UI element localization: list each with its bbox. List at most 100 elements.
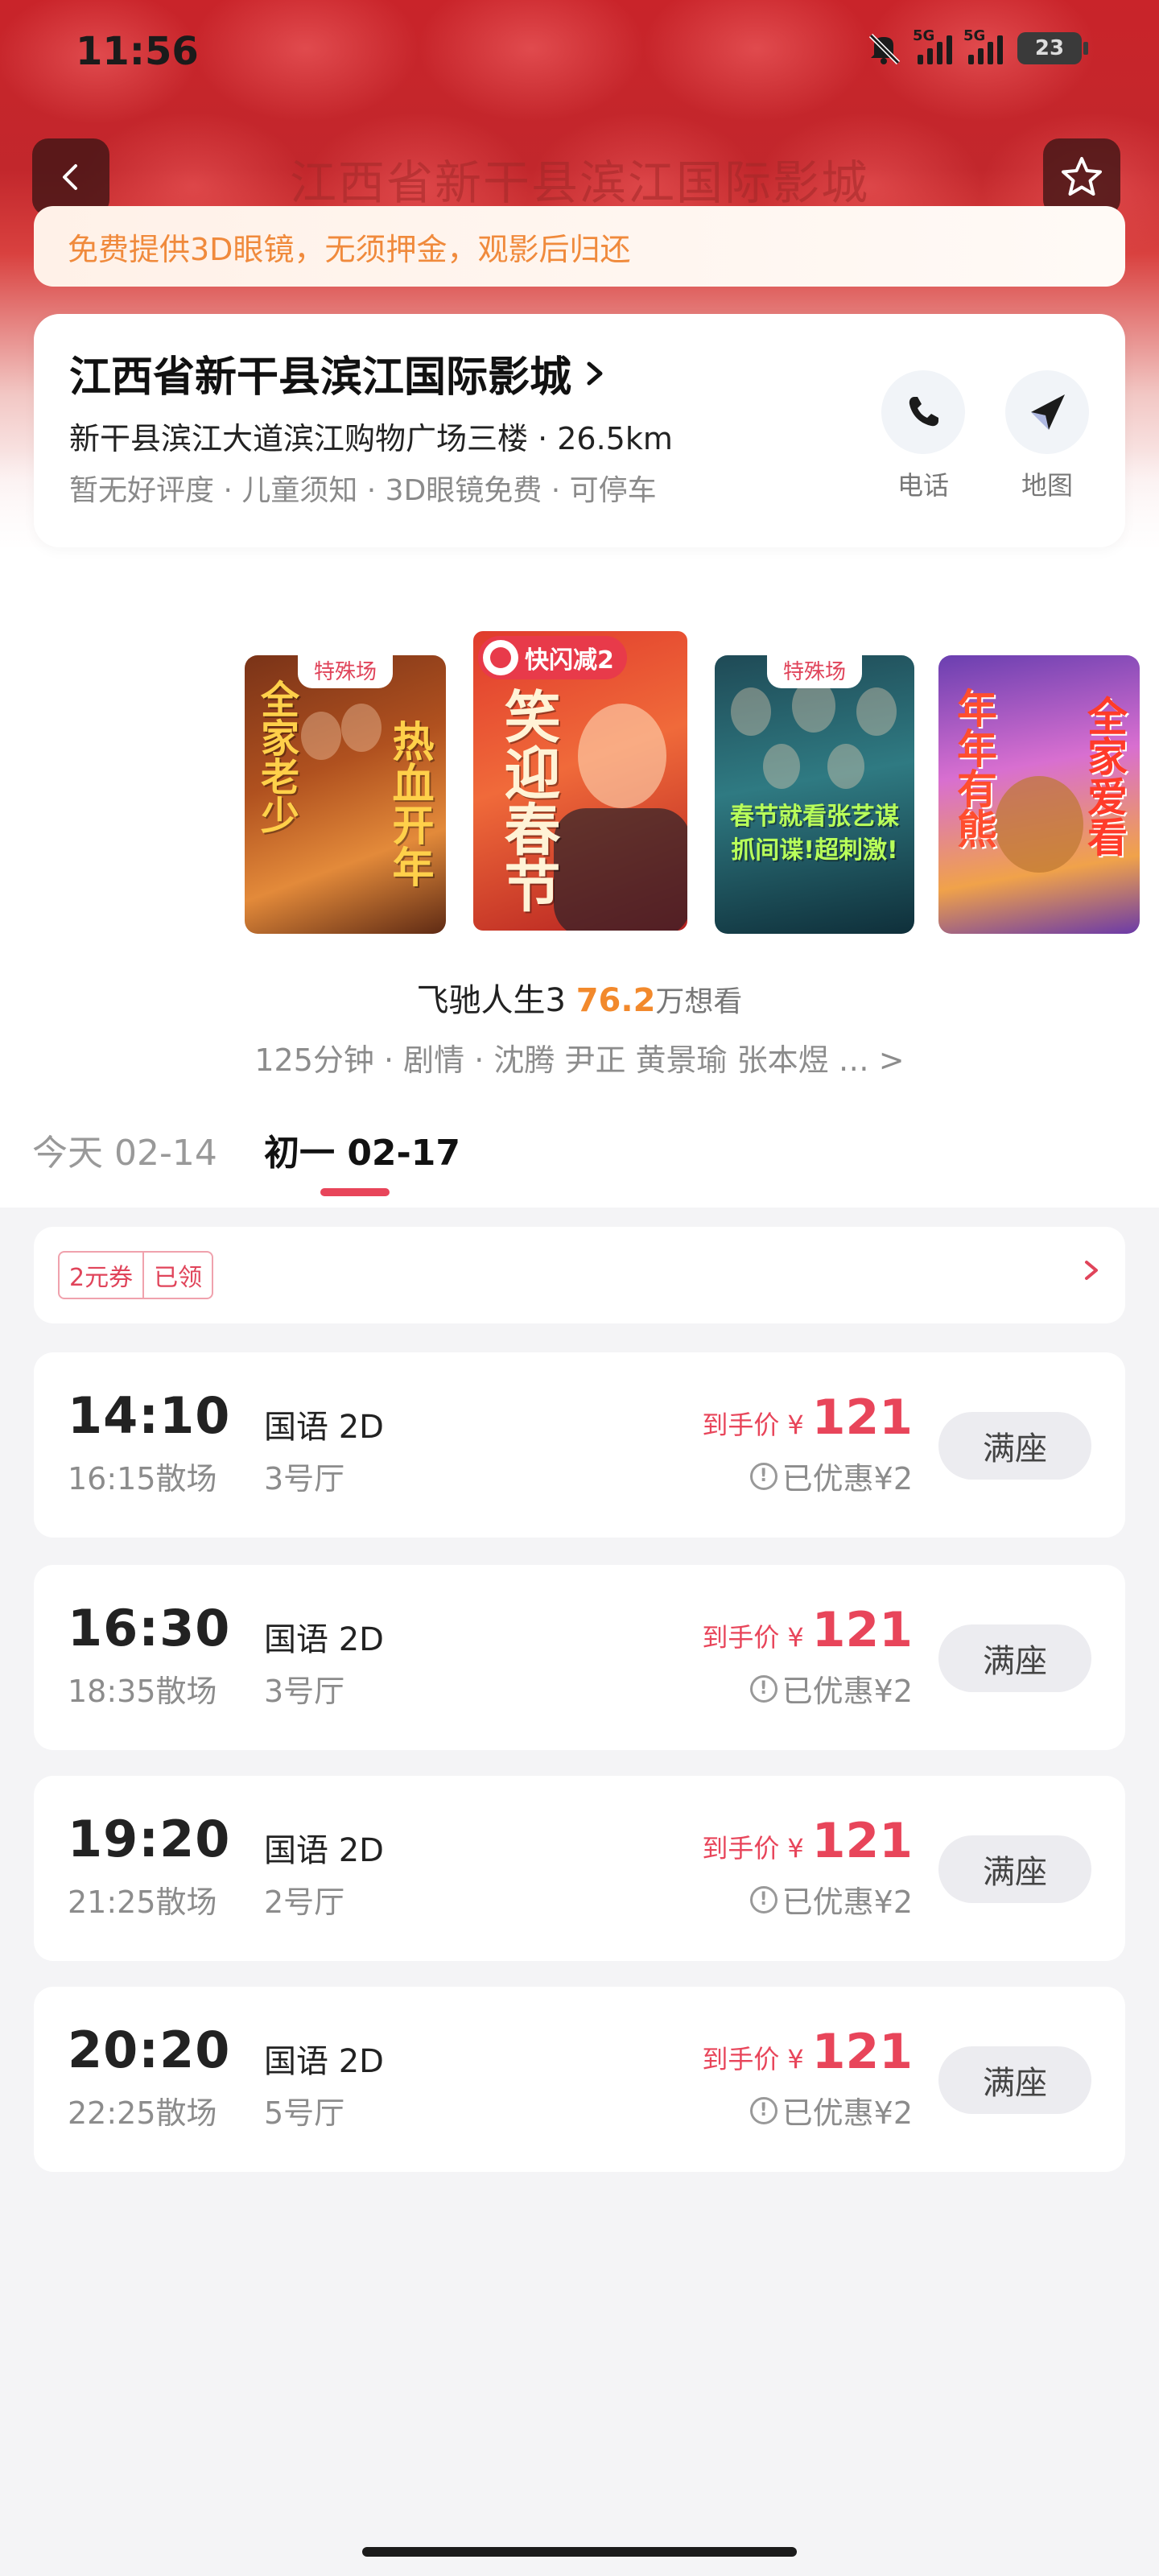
discount-text: 已优惠¥2 <box>782 1885 913 1920</box>
discount-text: 已优惠¥2 <box>782 1674 913 1709</box>
signal-icon: 5G <box>913 27 952 64</box>
full-button[interactable]: 满座 <box>938 1624 1091 1692</box>
navigation-icon <box>1031 394 1065 430</box>
special-badge: 特殊场 <box>766 655 863 688</box>
glasses-notice: 免费提供3D眼镜，无须押金，观影后归还 <box>34 206 1125 287</box>
showtime-card[interactable]: 20:20 22:25散场 国语 2D 5号厅 到手价 ¥ 121 ! 已优惠¥… <box>34 1987 1125 2172</box>
promo-badge: 快闪减2 <box>478 636 627 679</box>
show-language: 国语 2D <box>264 1409 384 1446</box>
coupon-tag: 2元券 已领 <box>58 1251 214 1299</box>
movie-poster-3[interactable]: 特殊场 春节就看张艺谋 抓间谍!超刺激! <box>715 655 914 934</box>
phone-button[interactable]: 电话 <box>879 370 967 502</box>
currency: ¥ <box>787 1410 804 1440</box>
tab-today[interactable]: 今天 02-14 <box>32 1124 217 1175</box>
show-end: 21:25散场 <box>68 1885 217 1920</box>
chevron-left-icon <box>63 164 77 190</box>
promo-icon <box>483 640 518 675</box>
info-icon: ! <box>749 1674 777 1703</box>
full-button[interactable]: 满座 <box>938 1835 1091 1903</box>
map-button[interactable]: 地图 <box>1003 370 1091 502</box>
show-end: 18:35散场 <box>68 1674 217 1709</box>
status-time: 11:56 <box>76 29 199 74</box>
discount[interactable]: ! 已优惠¥2 <box>749 1666 913 1711</box>
currency: ¥ <box>787 1833 804 1864</box>
status-icons: 5G 5G 23 <box>866 27 1088 66</box>
full-button[interactable]: 满座 <box>938 2046 1091 2114</box>
show-language: 国语 2D <box>264 2043 384 2080</box>
phone-icon-wrap <box>881 370 965 454</box>
price: 121 <box>811 1813 913 1869</box>
battery-icon: 23 <box>1017 32 1088 64</box>
discount[interactable]: ! 已优惠¥2 <box>749 1877 913 1922</box>
price-label: 到手价 <box>702 2044 780 2074</box>
show-end: 22:25散场 <box>68 2095 217 2131</box>
chevron-right-icon <box>1082 1254 1101 1294</box>
show-end: 16:15散场 <box>68 1461 217 1496</box>
coupon-bar[interactable]: 2元券 已领 <box>34 1227 1125 1323</box>
showtime-card[interactable]: 14:10 16:15散场 国语 2D 3号厅 到手价 ¥ 121 ! 已优惠¥… <box>34 1352 1125 1538</box>
signal-tag-2: 5G <box>963 27 986 44</box>
want-count: 76.2 <box>575 982 656 1019</box>
home-indicator[interactable] <box>362 2547 797 2557</box>
show-hall: 5号厅 <box>264 2095 345 2131</box>
coupon-status: 已领 <box>142 1253 212 1298</box>
discount-text: 已优惠¥2 <box>782 1461 913 1496</box>
price-label: 到手价 <box>702 1622 780 1653</box>
info-icon: ! <box>749 2096 777 2124</box>
discount[interactable]: ! 已优惠¥2 <box>749 1454 913 1498</box>
show-hall: 3号厅 <box>264 1674 345 1709</box>
mute-icon <box>868 33 901 65</box>
info-icon: ! <box>749 1462 777 1490</box>
cinema-name-link[interactable]: 江西省新干县滨江国际影城 <box>69 343 607 403</box>
phone-label: 电话 <box>897 470 949 501</box>
movie-poster-4[interactable]: 年年有熊 全家爱看 <box>938 655 1140 934</box>
discount[interactable]: ! 已优惠¥2 <box>749 2088 913 2132</box>
star-icon <box>1062 157 1102 196</box>
cinema-tags[interactable]: 暂无好评度 · 儿童须知 · 3D眼镜免费 · 可停车 <box>69 467 657 509</box>
price: 121 <box>811 1389 913 1446</box>
back-button[interactable] <box>32 138 109 216</box>
poster-text-2: 全家爱看 <box>1081 696 1128 857</box>
poster-text: 笑迎春节 <box>495 687 562 913</box>
poster-text: 年年有熊 <box>951 687 998 848</box>
show-start: 20:20 <box>68 2021 231 2079</box>
signal-tag: 5G <box>913 27 935 44</box>
active-tab-indicator <box>320 1188 390 1196</box>
showtime-card[interactable]: 19:20 21:25散场 国语 2D 2号厅 到手价 ¥ 121 ! 已优惠¥… <box>34 1776 1125 1961</box>
price: 121 <box>811 2024 913 2080</box>
info-icon: ! <box>749 1885 777 1913</box>
phone-icon <box>909 397 938 427</box>
cinema-address: 新干县滨江大道滨江购物广场三楼 · 26.5km <box>69 421 673 456</box>
map-label: 地图 <box>1021 470 1073 501</box>
show-language: 国语 2D <box>264 1832 384 1869</box>
show-language: 国语 2D <box>264 1621 384 1658</box>
price-row: 到手价 ¥ 121 <box>702 1389 913 1446</box>
poster-text: 全家老少 <box>254 679 299 834</box>
show-start: 14:10 <box>68 1386 231 1445</box>
cinema-name: 江西省新干县滨江国际影城 <box>69 353 572 402</box>
movie-meta[interactable]: 125分钟 · 剧情 · 沈腾 尹正 黄景瑜 张本煜 … > <box>0 1035 1159 1080</box>
movie-poster-2-selected[interactable]: 快闪减2 笑迎春节 <box>470 628 691 934</box>
discount-text: 已优惠¥2 <box>782 2095 913 2131</box>
show-start: 19:20 <box>68 1810 231 1868</box>
want-label: 万想看 <box>655 985 743 1018</box>
chevron-right-icon <box>587 361 603 385</box>
showtime-card[interactable]: 16:30 18:35散场 国语 2D 3号厅 到手价 ¥ 121 ! 已优惠¥… <box>34 1565 1125 1750</box>
coupon-amount: 2元券 <box>69 1264 134 1292</box>
price-row: 到手价 ¥ 121 <box>702 1813 913 1869</box>
show-hall: 3号厅 <box>264 1461 345 1496</box>
show-start: 16:30 <box>68 1599 231 1657</box>
currency: ¥ <box>787 1622 804 1653</box>
poster-text-2: 热血开年 <box>385 720 434 887</box>
currency: ¥ <box>787 2044 804 2074</box>
price-row: 到手价 ¥ 121 <box>702 1602 913 1658</box>
full-button[interactable]: 满座 <box>938 1412 1091 1480</box>
price-label: 到手价 <box>702 1410 780 1440</box>
poster-text: 春节就看张艺谋 抓间谍!超刺激! <box>730 803 899 865</box>
map-icon-wrap <box>1005 370 1089 454</box>
price: 121 <box>811 1602 913 1658</box>
movie-poster-1[interactable]: 特殊场 全家老少 热血开年 <box>245 655 446 934</box>
tab-0217[interactable]: 初一 02-17 <box>264 1124 460 1175</box>
favorite-button[interactable] <box>1043 138 1120 216</box>
movie-title-line: 飞驰人生3 76.2万想看 <box>0 974 1159 1021</box>
